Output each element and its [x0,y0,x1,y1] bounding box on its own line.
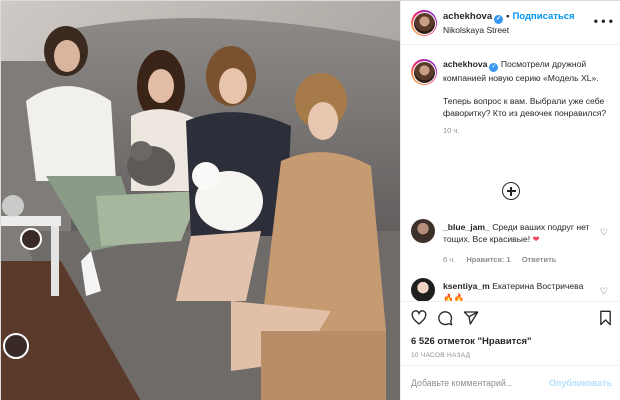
caption-avatar[interactable] [411,59,437,85]
comment-time: 6 ч. [443,255,456,264]
heart-icon[interactable] [411,310,427,326]
post-time: 10 ЧАСОВ НАЗАД [411,352,471,359]
follow-button[interactable]: Подписаться [512,11,574,22]
publish-button[interactable]: Опубликовать [549,378,612,388]
author-line: achekhova ✓ • Подписаться [443,11,575,24]
post-photo[interactable] [1,1,400,400]
fire-emoji: 🔥🔥 [443,293,465,301]
photo-illustration [1,1,400,400]
add-comment-bar: Добавьте комментарий... Опубликовать [401,365,620,400]
caption-username[interactable]: achekhova [443,59,487,69]
comment-text: ksentiya_m Екатерина Востричева 🔥🔥 [443,280,593,301]
likes-count[interactable]: 6 526 отметок "Нравится" [411,336,532,347]
verified-icon: ✓ [494,15,504,24]
red-heart-emoji: ❤ [532,234,540,244]
reply-button[interactable]: Ответить [522,255,557,264]
post-side-panel: achekhova ✓ • Подписаться Nikolskaya Street… [400,1,620,400]
comment-text: _blue_jam_ Среди ваших подруг нет тощих.… [443,221,593,245]
caption: achekhova ✓ Посмотрели дружной компанией … [443,58,613,137]
author-username[interactable]: achekhova [443,11,492,22]
comment-meta: 6 ч. Нравится: 1 Ответить [443,255,565,264]
commenter-username[interactable]: ksentiya_m [443,281,490,291]
post-header: achekhova ✓ • Подписаться Nikolskaya Street… [401,1,620,45]
comments-section[interactable]: achekhova ✓ Посмотрели дружной компанией … [401,45,620,301]
verified-icon: ✓ [489,63,499,72]
bookmark-icon[interactable] [598,310,613,326]
plus-circle-icon[interactable] [502,182,520,200]
comment-likes[interactable]: Нравится: 1 [466,255,510,264]
caption-text-2: Теперь вопрос к вам. Выбрали уже себе фа… [443,96,607,118]
heart-icon[interactable]: ♡ [600,227,608,238]
commenter-avatar[interactable] [411,219,435,243]
author-avatar[interactable] [411,10,437,36]
comment-body: Екатерина Востричева [492,281,584,291]
comment-input[interactable]: Добавьте комментарий... [411,378,513,388]
share-icon[interactable] [463,310,479,326]
more-icon[interactable]: • • • [594,14,613,28]
separator-dot: • [506,11,510,22]
location-link[interactable]: Nikolskaya Street [443,25,509,35]
comment-icon[interactable] [437,310,453,326]
commenter-avatar[interactable] [411,278,435,301]
heart-icon[interactable]: ♡ [600,286,608,297]
commenter-username[interactable]: _blue_jam_ [443,222,490,232]
instagram-post: achekhova ✓ • Подписаться Nikolskaya Street… [0,0,620,400]
caption-time: 10 ч. [443,126,460,135]
